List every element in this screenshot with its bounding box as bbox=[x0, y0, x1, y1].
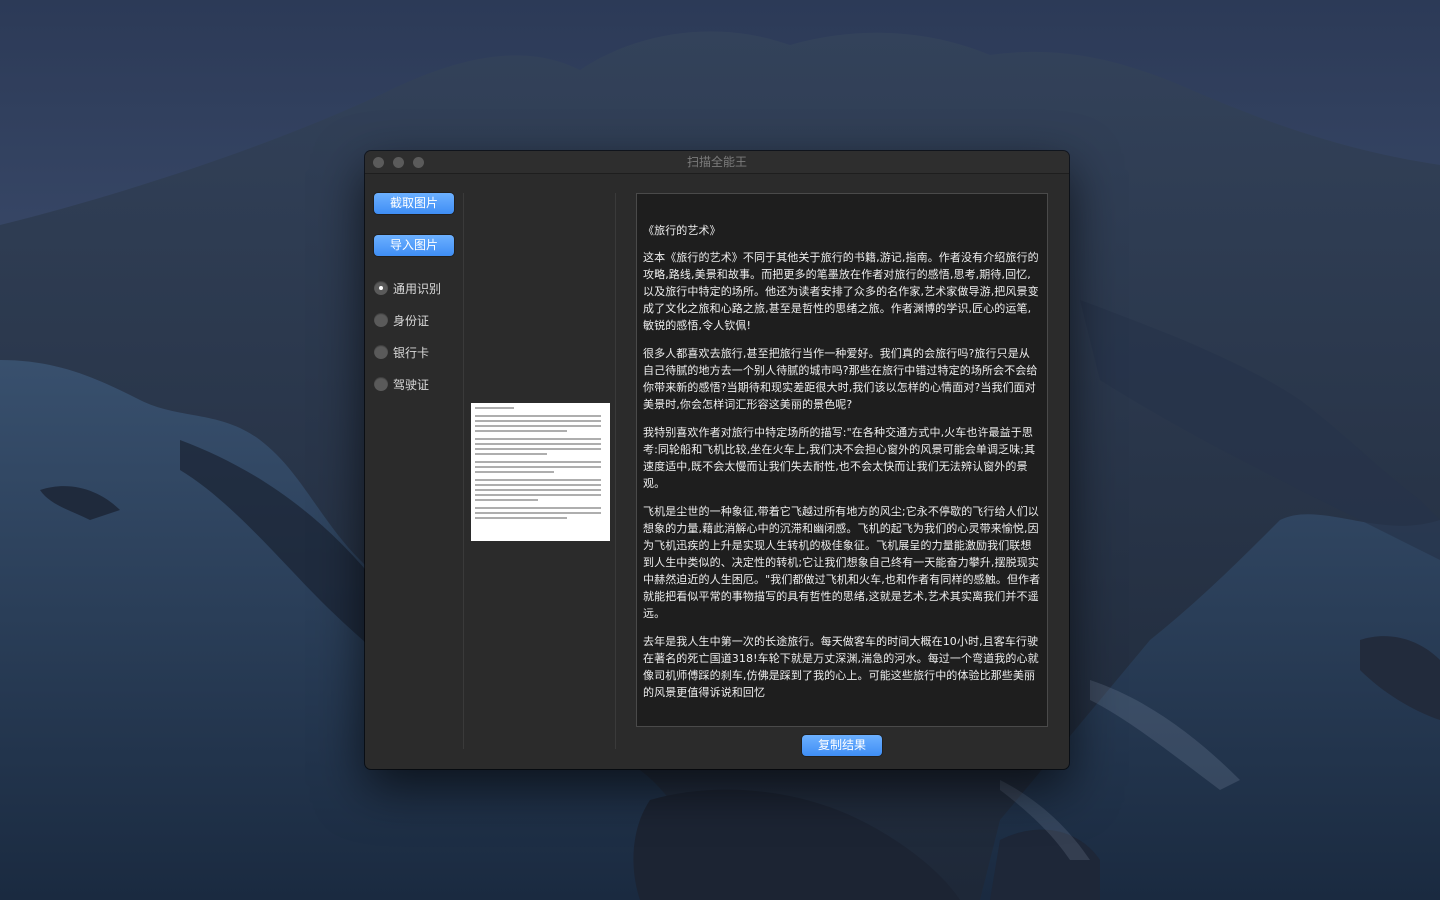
radio-button-selected[interactable] bbox=[374, 281, 388, 295]
mode-label: 通用识别 bbox=[393, 281, 442, 296]
import-image-button[interactable]: 导入图片 bbox=[374, 235, 454, 256]
radio-button[interactable] bbox=[374, 377, 388, 391]
copy-result-button[interactable]: 复制结果 bbox=[802, 735, 882, 756]
mode-label: 身份证 bbox=[393, 313, 430, 328]
source-image-thumbnail bbox=[471, 403, 610, 541]
radio-button[interactable] bbox=[374, 345, 388, 359]
window-title: 扫描全能王 bbox=[686, 155, 747, 169]
divider bbox=[463, 193, 464, 749]
mode-label: 驾驶证 bbox=[393, 377, 430, 392]
title-bar: 扫描全能王 bbox=[365, 151, 1069, 174]
mode-general-option[interactable]: 通用识别 bbox=[374, 279, 441, 297]
mode-id-card-option[interactable]: 身份证 bbox=[374, 311, 429, 329]
result-paragraph: 这本《旅行的艺术》不同于其他关于旅行的书籍,游记,指南。作者没有介绍旅行的攻略,… bbox=[643, 251, 1039, 332]
capture-image-button[interactable]: 截取图片 bbox=[374, 193, 454, 214]
radio-button[interactable] bbox=[374, 313, 388, 327]
app-window: 扫描全能王 截取图片 导入图片 通用识别 身份证 银行卡 驾驶证 《旅行的艺术》… bbox=[365, 151, 1069, 769]
result-paragraph: 很多人都喜欢去旅行,甚至把旅行当作一种爱好。我们真的会旅行吗?旅行只是从自己待腻… bbox=[643, 347, 1038, 411]
result-paragraph: 《旅行的艺术》 bbox=[643, 224, 721, 237]
mode-driver-license-option[interactable]: 驾驶证 bbox=[374, 375, 429, 393]
ocr-result-textarea[interactable]: 《旅行的艺术》 这本《旅行的艺术》不同于其他关于旅行的书籍,游记,指南。作者没有… bbox=[636, 193, 1048, 727]
result-paragraph: 我特别喜欢作者对旅行中特定场所的描写:"在各种交通方式中,火车也许最益于思考:同… bbox=[643, 426, 1036, 490]
mode-label: 银行卡 bbox=[393, 345, 430, 360]
divider bbox=[615, 193, 616, 749]
result-paragraph: 飞机是尘世的一种象征,带着它飞越过所有地方的风尘;它永不停歇的飞行给人们以想象的… bbox=[643, 505, 1041, 620]
mode-bank-card-option[interactable]: 银行卡 bbox=[374, 343, 429, 361]
result-paragraph: 去年是我人生中第一次的长途旅行。每天做客车的时间大概在10小时,且客车行驶在著名… bbox=[643, 635, 1039, 699]
